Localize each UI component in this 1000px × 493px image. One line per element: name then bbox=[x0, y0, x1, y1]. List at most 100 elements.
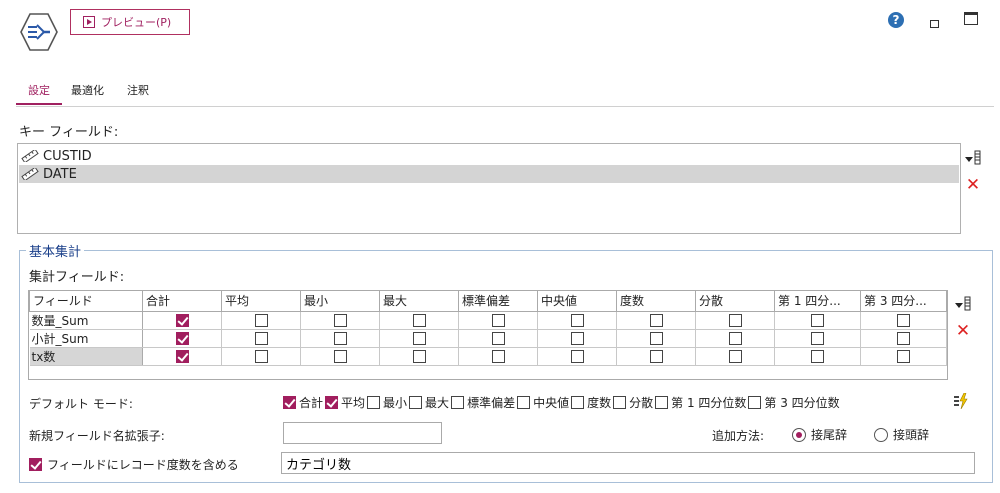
tab-annotations[interactable]: 注釈 bbox=[127, 82, 149, 98]
default-mode-checkbox[interactable] bbox=[283, 396, 296, 409]
default-mode-checkbox[interactable] bbox=[571, 396, 585, 409]
tab-optimization[interactable]: 最適化 bbox=[71, 82, 104, 98]
agg-checkbox[interactable] bbox=[412, 314, 426, 327]
agg-checkbox[interactable] bbox=[897, 350, 910, 363]
default-mode-option[interactable]: 分散 bbox=[613, 394, 653, 411]
agg-checkbox[interactable] bbox=[649, 314, 663, 327]
agg-checkbox[interactable] bbox=[728, 332, 742, 345]
help-icon[interactable]: ? bbox=[888, 12, 904, 28]
default-mode-checkbox[interactable] bbox=[325, 396, 339, 409]
add-method-label: 追加方法: bbox=[712, 429, 765, 443]
suffix-radio[interactable] bbox=[792, 427, 806, 442]
agg-checkbox[interactable] bbox=[649, 332, 663, 345]
suffix-radio-option[interactable]: 接尾辞 bbox=[792, 426, 847, 443]
list-item[interactable]: CUSTID bbox=[19, 147, 959, 165]
agg-checkbox[interactable] bbox=[811, 332, 824, 345]
agg-check-cell bbox=[695, 311, 775, 330]
col-header[interactable]: 度数 bbox=[616, 291, 696, 312]
col-header[interactable]: 第 1 四分... bbox=[774, 291, 861, 312]
include-count-option[interactable]: フィールドにレコード度数を含める bbox=[29, 456, 239, 473]
agg-checkbox[interactable] bbox=[412, 332, 426, 345]
default-mode-option[interactable]: 中央値 bbox=[517, 394, 569, 411]
field-picker-icon[interactable] bbox=[954, 296, 972, 312]
extension-input[interactable] bbox=[283, 422, 442, 444]
agg-checkbox[interactable] bbox=[175, 314, 189, 327]
col-header[interactable]: フィールド bbox=[29, 291, 143, 312]
agg-checkbox[interactable] bbox=[333, 314, 347, 327]
default-mode-option[interactable]: 第 1 四分位数 bbox=[655, 394, 746, 411]
default-mode-option[interactable]: 最大 bbox=[409, 394, 449, 411]
agg-checkbox[interactable] bbox=[491, 332, 505, 345]
col-header[interactable]: 合計 bbox=[142, 291, 222, 312]
field-name-cell[interactable]: 数量_Sum bbox=[29, 311, 143, 330]
prefix-radio[interactable] bbox=[874, 427, 888, 442]
col-header[interactable]: 第 3 四分... bbox=[860, 291, 947, 312]
agg-checkbox[interactable] bbox=[811, 350, 824, 363]
prefix-radio-option[interactable]: 接頭辞 bbox=[874, 426, 929, 443]
default-mode-option[interactable]: 第 3 四分位数 bbox=[748, 394, 840, 411]
default-mode-checkbox[interactable] bbox=[451, 396, 465, 409]
default-mode-option[interactable]: 度数 bbox=[571, 394, 611, 411]
agg-checkbox[interactable] bbox=[175, 350, 189, 363]
agg-check-cell bbox=[221, 311, 301, 330]
col-header[interactable]: 分散 bbox=[695, 291, 775, 312]
col-header[interactable]: 標準偏差 bbox=[458, 291, 538, 312]
include-count-checkbox[interactable] bbox=[29, 458, 42, 471]
agg-checkbox[interactable] bbox=[728, 314, 742, 327]
default-mode-options: 合計 平均 最小 最大 標準偏差 中央値 度数 分散 第 1 四分位数 第 3 四分位数 bbox=[283, 394, 842, 411]
default-mode-checkbox[interactable] bbox=[655, 396, 669, 409]
delete-icon[interactable]: ✕ bbox=[964, 177, 982, 194]
col-header[interactable]: 最小 bbox=[300, 291, 380, 312]
default-mode-checkbox[interactable] bbox=[517, 396, 531, 409]
default-mode-checkbox[interactable] bbox=[409, 396, 423, 409]
count-field-name-input[interactable] bbox=[281, 452, 975, 474]
default-mode-option-label: 中央値 bbox=[533, 396, 570, 410]
apply-default-icon[interactable] bbox=[952, 393, 970, 409]
agg-checkbox[interactable] bbox=[333, 350, 347, 363]
agg-checkbox[interactable] bbox=[491, 350, 505, 363]
agg-checkbox[interactable] bbox=[175, 332, 189, 345]
field-picker-icon[interactable] bbox=[964, 150, 982, 166]
agg-checkbox[interactable] bbox=[570, 332, 584, 345]
col-header[interactable]: 最大 bbox=[379, 291, 459, 312]
default-mode-checkbox[interactable] bbox=[613, 396, 627, 409]
maximize-icon[interactable] bbox=[964, 12, 978, 25]
preview-button[interactable]: プレビュー(P) bbox=[70, 9, 190, 35]
col-header[interactable]: 平均 bbox=[221, 291, 301, 312]
agg-checkbox[interactable] bbox=[254, 314, 268, 327]
list-item[interactable]: DATE bbox=[19, 165, 959, 183]
default-mode-option[interactable]: 合計 bbox=[283, 394, 323, 411]
agg-check-cell bbox=[616, 311, 696, 330]
delete-icon[interactable]: ✕ bbox=[954, 323, 972, 340]
agg-checkbox[interactable] bbox=[491, 314, 505, 327]
minimize-icon[interactable] bbox=[930, 20, 939, 28]
col-header[interactable]: 中央値 bbox=[537, 291, 617, 312]
agg-checkbox[interactable] bbox=[728, 350, 742, 363]
tab-settings[interactable]: 設定 bbox=[28, 82, 50, 98]
table-row[interactable]: 小計_Sum bbox=[29, 329, 947, 348]
agg-check-cell bbox=[142, 329, 222, 348]
default-mode-option[interactable]: 平均 bbox=[325, 394, 365, 411]
agg-checkbox[interactable] bbox=[897, 332, 910, 345]
key-field-name: CUSTID bbox=[43, 148, 92, 164]
field-name-cell[interactable]: 小計_Sum bbox=[29, 329, 143, 348]
default-mode-option-label: 平均 bbox=[341, 396, 366, 410]
table-row[interactable]: tx数 bbox=[29, 347, 947, 366]
agg-checkbox[interactable] bbox=[254, 332, 268, 345]
default-mode-checkbox[interactable] bbox=[367, 396, 381, 409]
agg-checkbox[interactable] bbox=[897, 314, 910, 327]
field-name-cell[interactable]: tx数 bbox=[29, 347, 143, 366]
default-mode-option[interactable]: 最小 bbox=[367, 394, 407, 411]
agg-checkbox[interactable] bbox=[649, 350, 663, 363]
agg-checkbox[interactable] bbox=[412, 350, 426, 363]
agg-fields-table[interactable]: フィールド 合計 平均 最小 最大 標準偏差 中央値 度数 分散 第 1 四分.… bbox=[28, 290, 948, 380]
agg-checkbox[interactable] bbox=[570, 314, 584, 327]
agg-checkbox[interactable] bbox=[254, 350, 268, 363]
table-row[interactable]: 数量_Sum bbox=[29, 311, 947, 330]
agg-checkbox[interactable] bbox=[570, 350, 584, 363]
default-mode-option[interactable]: 標準偏差 bbox=[451, 394, 515, 411]
default-mode-checkbox[interactable] bbox=[748, 396, 762, 409]
agg-checkbox[interactable] bbox=[811, 314, 824, 327]
agg-checkbox[interactable] bbox=[333, 332, 347, 345]
key-fields-list[interactable]: CUSTID DATE bbox=[17, 143, 961, 234]
